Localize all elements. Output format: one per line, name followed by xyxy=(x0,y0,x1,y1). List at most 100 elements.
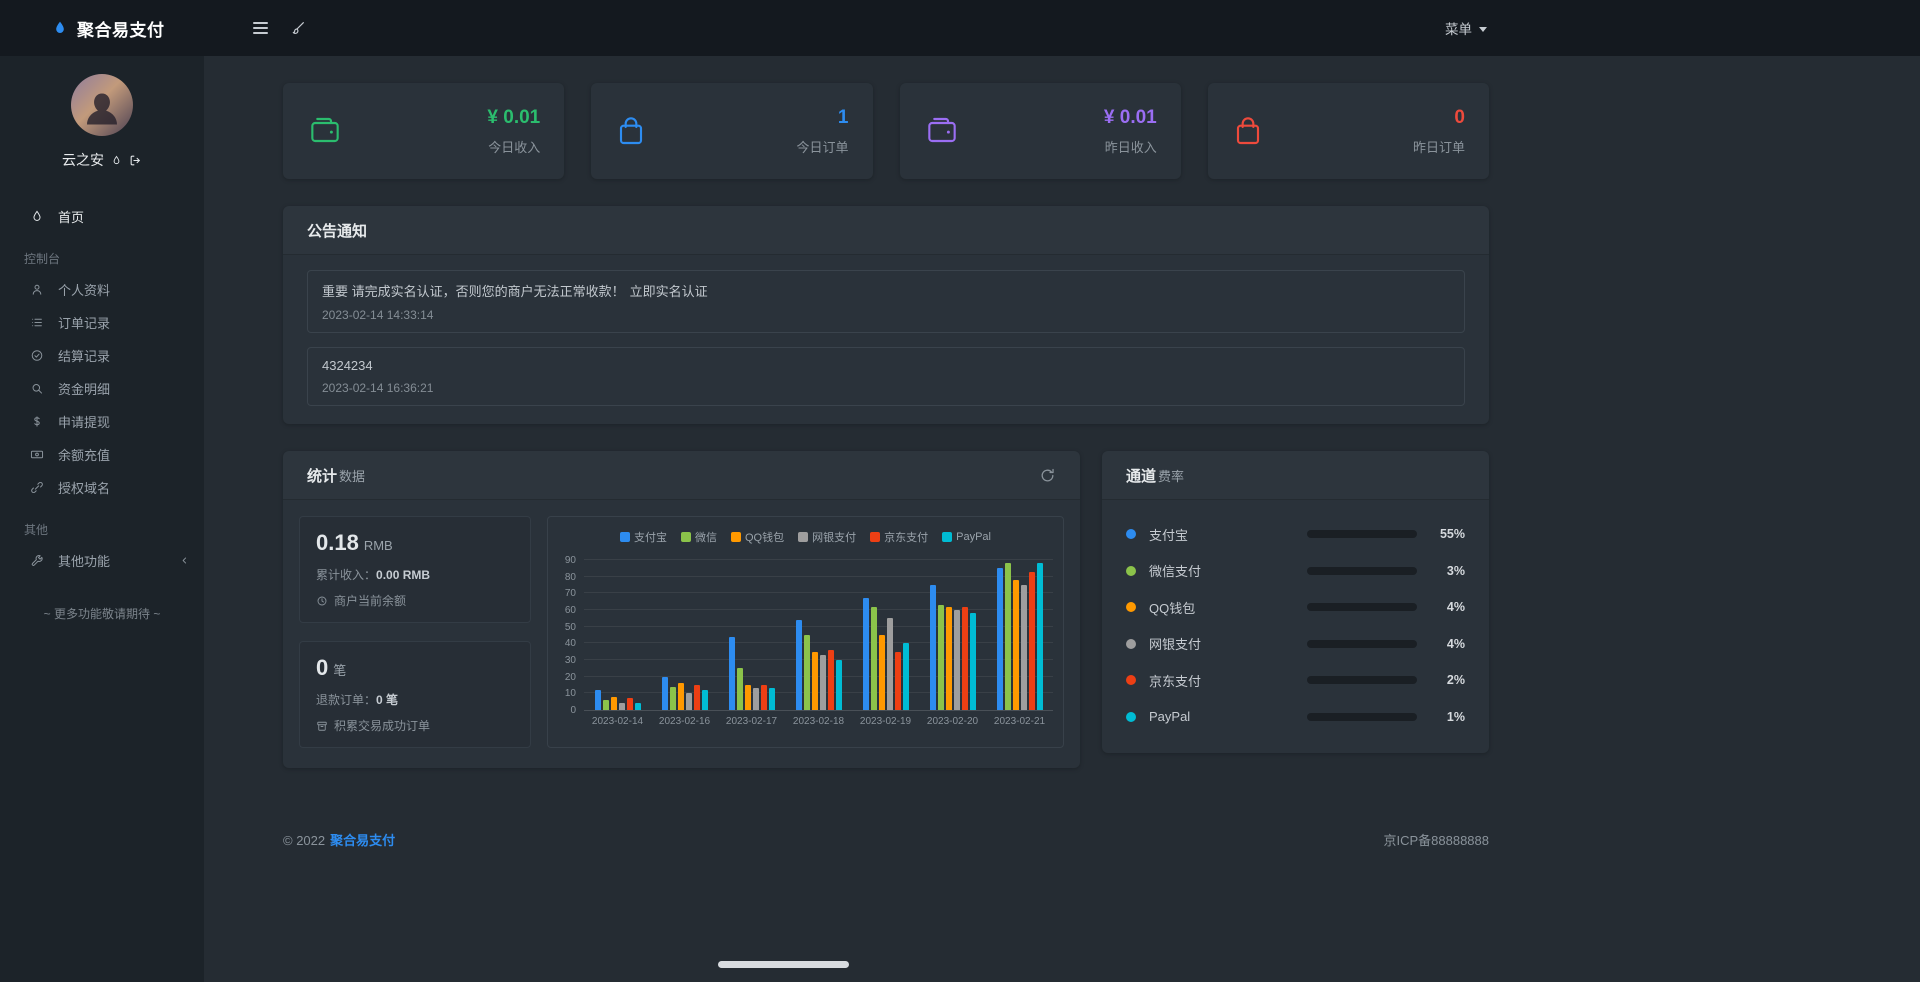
bar xyxy=(938,605,944,710)
clock-icon xyxy=(316,595,328,607)
legend-item[interactable]: 网银支付 xyxy=(798,529,856,545)
check-circle-icon xyxy=(30,348,46,363)
channel-label: 网银支付 xyxy=(1149,634,1307,653)
bar xyxy=(737,668,743,710)
bar-group xyxy=(584,690,651,710)
bar xyxy=(930,585,936,710)
sidebar-item-label: 首页 xyxy=(58,207,84,226)
legend-item[interactable]: 微信 xyxy=(681,529,717,545)
sidebar-item-home[interactable]: 首页 xyxy=(0,200,204,233)
statistics-title: 统计数据 xyxy=(307,465,365,486)
app-logo[interactable]: 聚合易支付 xyxy=(0,16,165,41)
legend-item[interactable]: PayPal xyxy=(942,529,991,545)
channel-dot xyxy=(1126,712,1136,722)
announcement-item: 重要 请完成实名认证，否则您的商户无法正常收款！立即实名认证 2023-02-1… xyxy=(307,270,1465,333)
droplet-icon xyxy=(111,154,122,167)
bar xyxy=(662,677,668,710)
sidebar-item-other-functions[interactable]: 其他功能 xyxy=(0,544,204,577)
legend-item[interactable]: QQ钱包 xyxy=(731,529,784,545)
bar xyxy=(804,635,810,710)
bar xyxy=(879,635,885,710)
bag-icon xyxy=(615,114,647,148)
channel-progress xyxy=(1307,603,1417,611)
x-tick-label: 2023-02-21 xyxy=(986,716,1053,727)
orders-bar-chart: 支付宝微信QQ钱包网银支付京东支付PayPal 0102030405060708… xyxy=(547,516,1064,748)
dollar-icon xyxy=(30,414,46,429)
bag-icon xyxy=(1232,114,1264,148)
bar xyxy=(686,693,692,710)
sidebar-item-recharge[interactable]: 余额充值 xyxy=(0,438,204,471)
sidebar-item-label: 申请提现 xyxy=(58,412,110,431)
channel-pct: 55% xyxy=(1417,527,1465,541)
sidebar-item-withdraw[interactable]: 申请提现 xyxy=(0,405,204,438)
bar xyxy=(1005,563,1011,710)
bar xyxy=(946,607,952,710)
channel-row: 网银支付 4% xyxy=(1126,626,1465,663)
refund-value: 0 xyxy=(316,655,328,680)
wrench-icon xyxy=(30,553,46,568)
x-tick-label: 2023-02-16 xyxy=(651,716,718,727)
menu-dropdown[interactable]: 菜单 xyxy=(1445,18,1487,38)
sidebar-item-funds[interactable]: 资金明细 xyxy=(0,372,204,405)
channel-dot xyxy=(1126,602,1136,612)
footer: © 2022聚合易支付 京ICP备88888888 xyxy=(283,830,1489,849)
stat-cards-row: ¥ 0.01 今日收入 1 今日订单 ¥ 0.01 昨日 xyxy=(283,83,1489,179)
logout-icon[interactable] xyxy=(129,154,142,167)
brush-icon[interactable] xyxy=(290,20,306,36)
channel-label: 支付宝 xyxy=(1149,525,1307,544)
channel-dot xyxy=(1126,639,1136,649)
announcement-time: 2023-02-14 16:36:21 xyxy=(322,381,1450,395)
wallet-icon xyxy=(924,115,960,147)
legend-item[interactable]: 京东支付 xyxy=(870,529,928,545)
stat-card-today-orders: 1 今日订单 xyxy=(591,83,872,179)
bar xyxy=(627,698,633,710)
sidebar-item-profile[interactable]: 个人资料 xyxy=(0,273,204,306)
legend-item[interactable]: 支付宝 xyxy=(620,529,667,545)
channel-pct: 3% xyxy=(1417,564,1465,578)
channel-pct: 2% xyxy=(1417,673,1465,687)
horizontal-scrollbar-thumb[interactable] xyxy=(718,961,849,968)
bar xyxy=(828,650,834,710)
announcement-item: 4324234 2023-02-14 16:36:21 xyxy=(307,347,1465,406)
username: 云之安 xyxy=(62,150,104,170)
channel-progress xyxy=(1307,640,1417,648)
sidebar-toggle-icon[interactable] xyxy=(253,22,268,34)
sidebar-item-label: 余额充值 xyxy=(58,445,110,464)
bar-group xyxy=(919,585,986,710)
channel-pct: 4% xyxy=(1417,600,1465,614)
sidebar-item-settlement[interactable]: 结算记录 xyxy=(0,339,204,372)
bar xyxy=(678,683,684,710)
sidebar-item-domains[interactable]: 授权域名 xyxy=(0,471,204,504)
channel-pct: 4% xyxy=(1417,637,1465,651)
menu-label: 菜单 xyxy=(1445,18,1472,38)
stat-card-today-income: ¥ 0.01 今日收入 xyxy=(283,83,564,179)
sidebar-item-orders[interactable]: 订单记录 xyxy=(0,306,204,339)
bar xyxy=(997,568,1003,710)
bar xyxy=(887,618,893,710)
nav-section-other: 其他 xyxy=(0,521,204,538)
bar xyxy=(1029,572,1035,710)
refund-panel: 0笔 退款订单：0 笔 积累交易成功订单 xyxy=(299,641,531,748)
stat-label: 昨日收入 xyxy=(1104,137,1157,156)
stat-label: 昨日订单 xyxy=(1413,137,1465,156)
x-tick-label: 2023-02-14 xyxy=(584,716,651,727)
link-icon xyxy=(30,480,46,495)
bar-group xyxy=(651,677,718,710)
person-icon xyxy=(30,282,46,297)
avatar[interactable] xyxy=(71,74,133,136)
channel-row: 微信支付 3% xyxy=(1126,553,1465,590)
channel-rates-card: 通道费率 支付宝 55% 微信支付 3% xyxy=(1102,451,1489,753)
icp-number: 京ICP备88888888 xyxy=(1383,830,1489,849)
bar xyxy=(619,703,625,710)
droplet-icon xyxy=(30,209,46,224)
footer-brand-link[interactable]: 聚合易支付 xyxy=(330,833,395,848)
announcement-text: 4324234 xyxy=(322,358,373,373)
list-icon xyxy=(30,315,46,330)
stat-label: 今日收入 xyxy=(487,137,540,156)
bar xyxy=(796,620,802,710)
channel-row: PayPal 1% xyxy=(1126,699,1465,736)
refresh-icon[interactable] xyxy=(1039,467,1056,484)
sidebar-item-label: 其他功能 xyxy=(58,551,110,570)
verify-now-link[interactable]: 立即实名认证 xyxy=(630,284,708,299)
nav-section-console: 控制台 xyxy=(0,250,204,267)
